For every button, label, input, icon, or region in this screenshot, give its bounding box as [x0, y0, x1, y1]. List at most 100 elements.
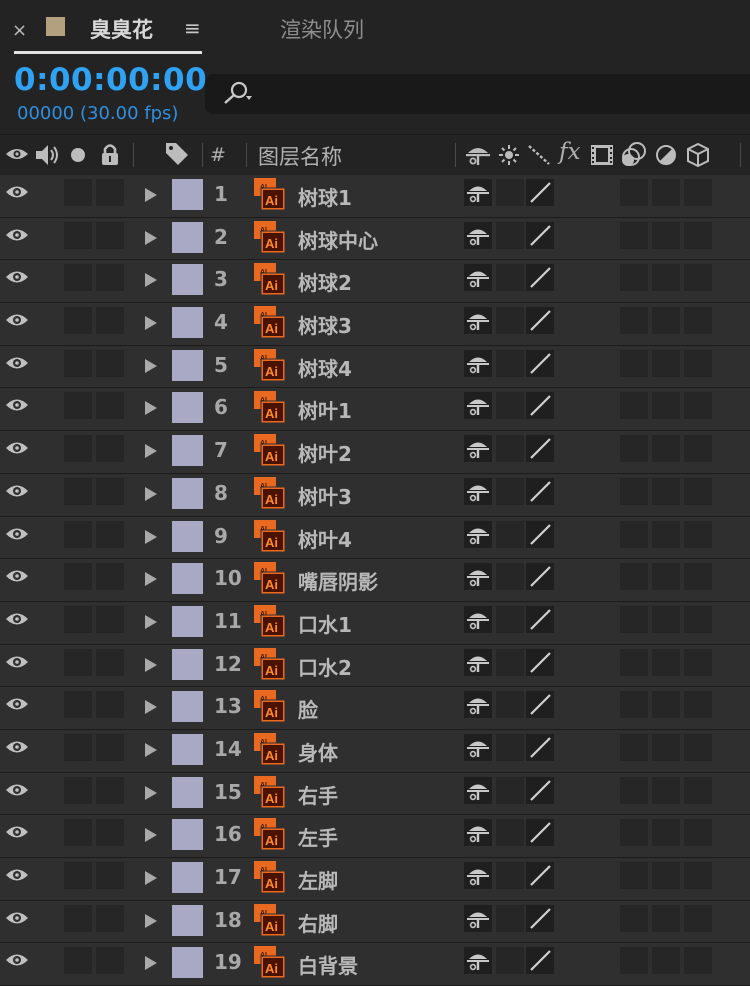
- layer-row[interactable]: 12 AI Ai 口水2: [0, 644, 750, 688]
- solo-switch[interactable]: [64, 819, 92, 847]
- quality-switch-icon[interactable]: [526, 819, 554, 847]
- lock-switch[interactable]: [96, 947, 124, 975]
- collapse-switch[interactable]: [496, 307, 524, 335]
- layer-label-color[interactable]: [172, 179, 203, 210]
- solo-switch[interactable]: [64, 733, 92, 761]
- layer-label-color[interactable]: [172, 904, 203, 936]
- shy-switch-icon[interactable]: [464, 520, 492, 548]
- lock-icon[interactable]: [100, 142, 120, 166]
- layer-label-color[interactable]: [172, 862, 203, 893]
- layer-name[interactable]: 左手: [298, 822, 338, 851]
- solo-dot-icon[interactable]: [70, 147, 86, 163]
- visibility-eye-icon[interactable]: [5, 909, 29, 927]
- blend-switch[interactable]: [652, 264, 680, 292]
- layer-row[interactable]: 7 AI Ai 树叶2: [0, 431, 750, 474]
- adjustment-switch[interactable]: [620, 179, 648, 206]
- layer-label-color[interactable]: [172, 947, 203, 979]
- layer-label-color[interactable]: [172, 264, 203, 296]
- layer-name[interactable]: 右手: [298, 780, 338, 809]
- quality-switch-icon[interactable]: [526, 605, 554, 633]
- layer-row[interactable]: 5 AI Ai 树球4: [0, 345, 750, 389]
- layer-row[interactable]: 14 AI Ai 身体: [0, 729, 750, 773]
- visibility-eye-icon[interactable]: [5, 396, 29, 414]
- visibility-eye-icon[interactable]: [5, 610, 29, 628]
- close-tab-button[interactable]: ×: [12, 20, 27, 41]
- shy-switch-icon[interactable]: [464, 264, 492, 292]
- adjustment-switch[interactable]: [620, 435, 648, 463]
- 3d-cube-icon[interactable]: [686, 142, 710, 168]
- layer-name[interactable]: 脸: [298, 694, 318, 723]
- lock-switch[interactable]: [96, 435, 124, 463]
- panel-menu-icon[interactable]: ≡: [184, 16, 201, 40]
- layer-label-color[interactable]: [172, 563, 203, 595]
- visibility-eye-icon[interactable]: [5, 781, 29, 799]
- collapse-switch[interactable]: [496, 648, 524, 676]
- lock-switch[interactable]: [96, 648, 124, 676]
- quality-switch-icon[interactable]: [526, 691, 554, 719]
- lock-switch[interactable]: [96, 733, 124, 761]
- expand-triangle-icon[interactable]: [145, 486, 157, 501]
- solo-switch[interactable]: [64, 648, 92, 676]
- shy-switch-icon[interactable]: [464, 648, 492, 676]
- solo-switch[interactable]: [64, 691, 92, 719]
- visibility-eye-icon[interactable]: [5, 567, 29, 585]
- adjustment-switch[interactable]: [620, 819, 648, 847]
- layer-label-color[interactable]: [172, 221, 203, 253]
- layer-name[interactable]: 身体: [298, 737, 338, 766]
- solo-switch[interactable]: [64, 392, 92, 420]
- blend-switch[interactable]: [652, 605, 680, 633]
- quality-switch-icon[interactable]: [526, 862, 554, 889]
- collapse-switch[interactable]: [496, 477, 524, 505]
- layer-name[interactable]: 白背景: [298, 950, 358, 979]
- visibility-eye-icon[interactable]: [5, 354, 29, 372]
- adjustment-switch[interactable]: [620, 264, 648, 292]
- solo-switch[interactable]: [64, 179, 92, 206]
- 3d-switch[interactable]: [684, 179, 712, 206]
- motion-blur-film-icon[interactable]: [590, 143, 614, 167]
- layer-row[interactable]: 2 AI Ai 树球中心: [0, 217, 750, 261]
- collapse-switch[interactable]: [496, 691, 524, 719]
- adjustment-switch[interactable]: [620, 221, 648, 249]
- visibility-eye-icon[interactable]: [5, 738, 29, 756]
- layer-label-color[interactable]: [172, 605, 203, 637]
- expand-triangle-icon[interactable]: [145, 572, 157, 587]
- 3d-switch[interactable]: [684, 477, 712, 505]
- solo-switch[interactable]: [64, 563, 92, 591]
- quality-switch-icon[interactable]: [526, 563, 554, 591]
- layer-row[interactable]: 19 AI Ai 白背景: [0, 943, 750, 986]
- quality-switch-icon[interactable]: [526, 904, 554, 932]
- solo-switch[interactable]: [64, 349, 92, 377]
- layer-name[interactable]: 口水2: [298, 652, 352, 681]
- collapse-switch[interactable]: [496, 435, 524, 463]
- lock-switch[interactable]: [96, 563, 124, 591]
- blend-switch[interactable]: [652, 819, 680, 847]
- adjustment-switch[interactable]: [620, 520, 648, 548]
- visibility-eye-icon[interactable]: [5, 183, 29, 201]
- adjustment-switch[interactable]: [620, 307, 648, 335]
- visibility-eye-icon[interactable]: [5, 311, 29, 329]
- shy-switch-icon[interactable]: [464, 904, 492, 932]
- 3d-switch[interactable]: [684, 605, 712, 633]
- shy-switch-icon[interactable]: [464, 179, 492, 206]
- layer-label-color[interactable]: [172, 349, 203, 381]
- collapse-switch[interactable]: [496, 520, 524, 548]
- expand-triangle-icon[interactable]: [145, 444, 157, 459]
- collapse-switch[interactable]: [496, 179, 524, 206]
- collapse-sun-icon[interactable]: [498, 144, 520, 166]
- blend-switch[interactable]: [652, 520, 680, 548]
- shy-switch-icon[interactable]: [464, 435, 492, 463]
- lock-switch[interactable]: [96, 392, 124, 420]
- 3d-switch[interactable]: [684, 392, 712, 420]
- 3d-switch[interactable]: [684, 307, 712, 335]
- quality-switch-icon[interactable]: [526, 221, 554, 249]
- shy-switch-icon[interactable]: [464, 563, 492, 591]
- expand-triangle-icon[interactable]: [145, 358, 157, 373]
- 3d-switch[interactable]: [684, 221, 712, 249]
- speaker-icon[interactable]: [34, 143, 60, 167]
- layer-row[interactable]: 18 AI Ai 右脚: [0, 900, 750, 944]
- lock-switch[interactable]: [96, 520, 124, 548]
- blend-switch[interactable]: [652, 862, 680, 889]
- solo-switch[interactable]: [64, 435, 92, 463]
- adjustment-switch[interactable]: [620, 862, 648, 889]
- adjustment-switch[interactable]: [620, 605, 648, 633]
